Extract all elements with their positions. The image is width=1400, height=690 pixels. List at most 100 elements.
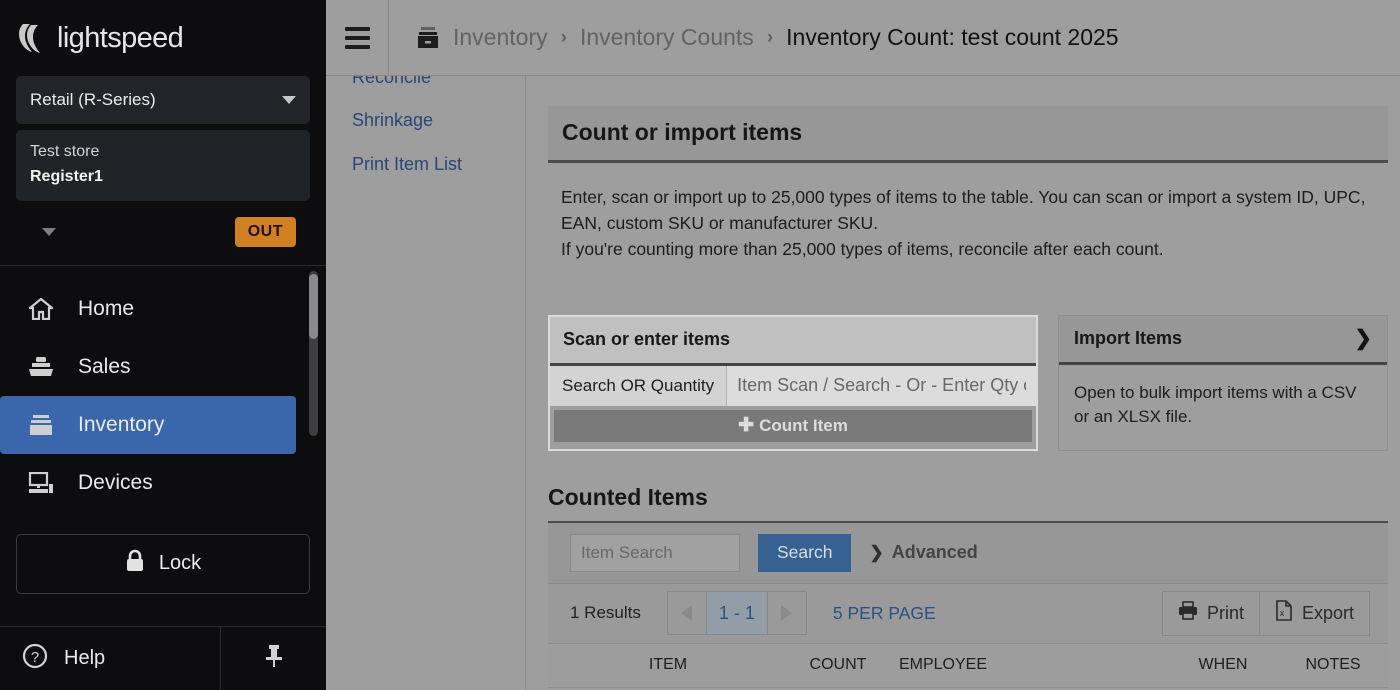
register-info[interactable]: Test store Register1 [16, 130, 310, 201]
lock-button-label: Lock [158, 552, 202, 575]
item-scan-input[interactable] [727, 365, 1036, 406]
advanced-label: Advanced [891, 542, 978, 563]
advanced-search-toggle[interactable]: ❯ Advanced [869, 542, 977, 563]
counted-items-title: Counted Items [548, 483, 708, 510]
chevron-right-icon: › [560, 26, 567, 48]
entry-cards-row: Scan or enter items Search OR Quantity ✚… [548, 314, 1388, 451]
import-items-card[interactable]: Import Items ❯ Open to bulk import items… [1058, 314, 1388, 451]
count-panel-paragraph-2: If you're counting more than 25,000 type… [561, 238, 1164, 259]
pagination-row: 1 Results 1 - 1 5 PER PAGE Print x Expor… [548, 583, 1388, 644]
sidebar-scrollbar[interactable] [309, 270, 318, 436]
clock-status-row: OUT [16, 201, 310, 263]
scan-card-header: Scan or enter items [550, 316, 1036, 366]
results-count: 1 Results [570, 603, 641, 623]
app-root: lightspeed Retail (R-Series) Test store … [0, 0, 1400, 690]
column-header-item[interactable]: ITEM [548, 656, 788, 674]
sales-register-icon [26, 356, 56, 378]
printer-icon [1178, 601, 1198, 625]
next-page-button[interactable] [767, 592, 806, 635]
export-label: Export [1301, 602, 1354, 623]
page-title: Count or import items [562, 119, 803, 145]
breadcrumb-item-inventory-counts[interactable]: Inventory Counts [580, 24, 754, 51]
chevron-down-icon[interactable] [42, 227, 56, 236]
import-card-title: Import Items [1074, 327, 1183, 348]
chevron-right-icon: ❯ [869, 542, 884, 562]
import-card-body: Open to bulk import items with a CSV or … [1059, 365, 1387, 450]
plus-icon: ✚ [738, 415, 755, 437]
svg-text:x: x [1280, 608, 1285, 618]
brand-header: lightspeed [0, 0, 326, 76]
pin-button[interactable] [221, 627, 326, 690]
store-selector[interactable]: Retail (R-Series) [16, 76, 310, 124]
chevron-down-icon [282, 96, 296, 104]
print-button[interactable]: Print [1162, 591, 1259, 635]
column-header-employee[interactable]: EMPLOYEE [888, 656, 998, 674]
count-panel-header: Count or import items [548, 106, 1388, 163]
count-or-import-panel: Count or import items Enter, scan or imp… [548, 106, 1388, 263]
top-header-bar: Inventory › Inventory Counts › Inventory… [326, 0, 1400, 76]
main-content: Count or import items Enter, scan or imp… [527, 76, 1400, 690]
count-item-button[interactable]: ✚ Count Item [554, 409, 1032, 442]
triangle-left-icon [681, 605, 693, 622]
sidebar-item-home[interactable]: Home [0, 280, 296, 338]
import-card-header[interactable]: Import Items ❯ [1059, 315, 1387, 365]
help-label: Help [64, 647, 106, 669]
scan-card-title: Scan or enter items [563, 328, 731, 349]
scan-or-enter-items-card: Scan or enter items Search OR Quantity ✚… [548, 314, 1038, 451]
import-card-description: Open to bulk import items with a CSV or … [1074, 382, 1357, 427]
column-header-count[interactable]: COUNT [788, 656, 888, 674]
counted-items-table-header: ITEM COUNT EMPLOYEE WHEN NOTES [548, 643, 1388, 688]
chevron-right-icon: › [766, 26, 774, 48]
register-device-name: Register1 [30, 167, 103, 185]
devices-monitor-icon [26, 471, 56, 494]
sidebar-nav: Home Sales Inventory Devices Lock [0, 266, 326, 626]
count-panel-body: Enter, scan or import up to 25,000 types… [548, 163, 1388, 263]
pin-icon [263, 643, 285, 674]
counted-items-search-bar: Search ❯ Advanced [548, 522, 1388, 584]
sidebar-item-label: Home [78, 296, 135, 320]
inventory-box-icon [416, 25, 440, 51]
subnav-link-shrinkage[interactable]: Shrinkage [352, 111, 433, 129]
prev-page-button[interactable] [667, 592, 706, 635]
sidebar-footer: ? Help [0, 626, 326, 690]
help-button[interactable]: ? Help [0, 627, 221, 690]
breadcrumb-item-inventory[interactable]: Inventory [453, 24, 548, 51]
lightspeed-logo-icon [19, 24, 40, 53]
breadcrumb-item-current: Inventory Count: test count 2025 [786, 24, 1119, 50]
export-button[interactable]: x Export [1258, 591, 1369, 635]
per-page-selector[interactable]: 5 PER PAGE [833, 603, 936, 624]
store-selector-label: Retail (R-Series) [30, 90, 156, 109]
column-header-when[interactable]: WHEN [1168, 656, 1278, 674]
hamburger-menu-icon[interactable] [326, 0, 389, 75]
table-actions: Print x Export [1161, 590, 1370, 636]
left-sidebar: lightspeed Retail (R-Series) Test store … [0, 0, 326, 690]
scan-input-row: Search OR Quantity [550, 365, 1036, 406]
sidebar-item-inventory[interactable]: Inventory [0, 395, 296, 454]
sidebar-item-devices[interactable]: Devices [0, 454, 296, 512]
svg-text:?: ? [31, 649, 39, 666]
sidebar-scrollbar-thumb[interactable] [309, 273, 318, 339]
triangle-right-icon [781, 605, 793, 622]
home-icon [26, 297, 56, 320]
lock-button[interactable]: Lock [16, 533, 310, 594]
search-button[interactable]: Search [758, 533, 852, 572]
current-page-range[interactable]: 1 - 1 [705, 592, 768, 635]
question-circle-icon: ? [22, 643, 48, 674]
lock-icon [125, 549, 145, 578]
excel-file-icon: x [1275, 600, 1293, 626]
chevron-right-icon[interactable]: ❯ [1354, 328, 1372, 349]
print-label: Print [1206, 602, 1244, 623]
subnav-link-print-item-list[interactable]: Print Item List [352, 155, 462, 173]
sidebar-item-label: Inventory [78, 412, 165, 436]
status-badge[interactable]: OUT [234, 216, 296, 247]
search-or-quantity-label: Search OR Quantity [550, 365, 728, 406]
pagination-control: 1 - 1 [666, 591, 807, 636]
register-store-name: Test store [30, 143, 100, 160]
inventory-subnav: Reconcile Shrinkage Print Item List [326, 68, 526, 690]
sidebar-item-sales[interactable]: Sales [0, 338, 296, 396]
item-search-input[interactable] [570, 533, 740, 572]
sidebar-item-label: Sales [78, 354, 131, 378]
count-item-button-label: Count Item [759, 415, 848, 435]
column-header-notes[interactable]: NOTES [1278, 656, 1388, 674]
breadcrumb: Inventory › Inventory Counts › Inventory… [389, 24, 1119, 51]
